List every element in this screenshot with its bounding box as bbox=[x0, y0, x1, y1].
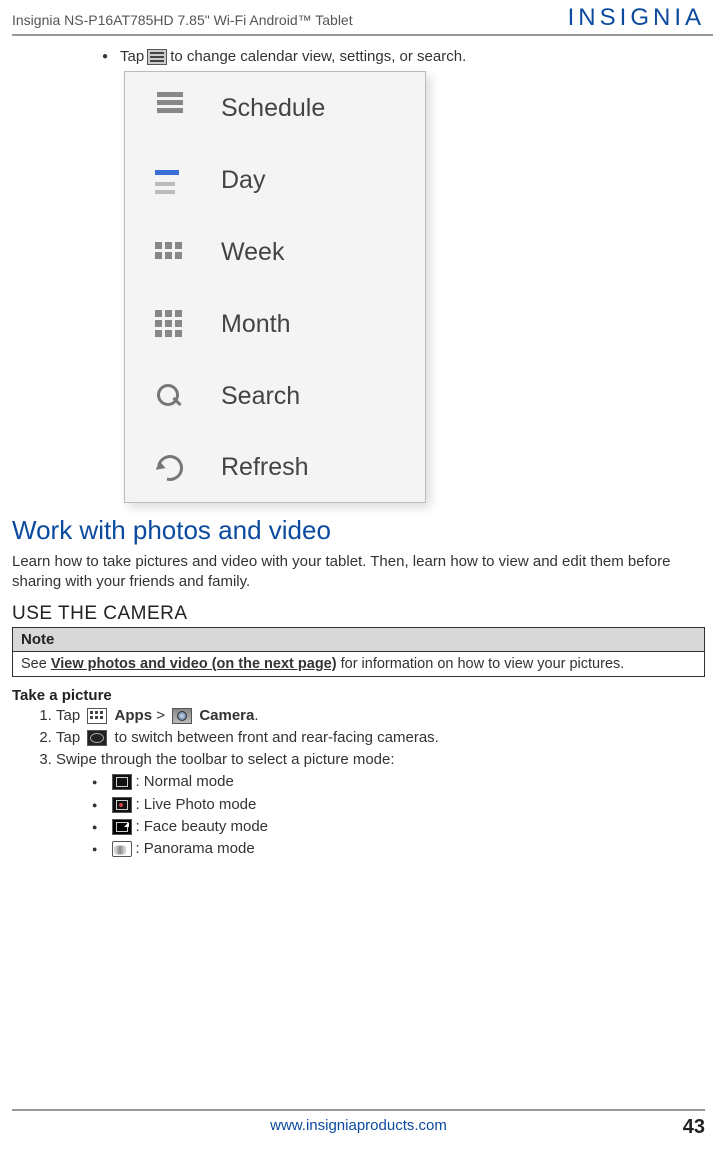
footer-url[interactable]: www.insigniaproducts.com bbox=[270, 1117, 447, 1134]
mode-face: ● : Face beauty mode bbox=[92, 817, 705, 837]
menu-item-label: Month bbox=[221, 310, 290, 339]
menu-item-week: Week bbox=[125, 216, 425, 288]
note-see: See bbox=[21, 656, 51, 672]
menu-item-label: Week bbox=[221, 238, 284, 267]
step-1: Tap Apps > Camera. bbox=[56, 706, 705, 726]
mode-label: : Panorama mode bbox=[135, 839, 254, 859]
menu-item-label: Schedule bbox=[221, 94, 325, 123]
menu-item-month: Month bbox=[125, 288, 425, 360]
step1-prefix: Tap bbox=[56, 707, 84, 724]
mode-normal: ● : Normal mode bbox=[92, 772, 705, 792]
note-header: Note bbox=[13, 627, 705, 651]
step-2: Tap to switch between front and rear-fac… bbox=[56, 728, 705, 748]
face-beauty-mode-icon bbox=[112, 819, 132, 835]
section-heading: Work with photos and video bbox=[12, 515, 705, 546]
tap-menu-bullet-row: ● Tap to change calendar view, settings,… bbox=[12, 48, 705, 65]
schedule-icon bbox=[153, 92, 185, 124]
menu-item-label: Search bbox=[221, 382, 300, 411]
step3-text: Swipe through the toolbar to select a pi… bbox=[56, 751, 395, 768]
header-rule bbox=[12, 34, 713, 36]
live-photo-mode-icon bbox=[112, 797, 132, 813]
refresh-icon bbox=[153, 451, 185, 483]
step-3: Swipe through the toolbar to select a pi… bbox=[56, 750, 705, 859]
menu-item-schedule: Schedule bbox=[125, 72, 425, 144]
mode-label: : Live Photo mode bbox=[135, 795, 256, 815]
menu-icon bbox=[147, 49, 167, 65]
modes-list: ● : Normal mode ● : Live Photo mode ● : … bbox=[92, 772, 705, 859]
note-table: Note See View photos and video (on the n… bbox=[12, 627, 705, 677]
page-number: 43 bbox=[683, 1116, 705, 1139]
mode-pano: ● : Panorama mode bbox=[92, 839, 705, 859]
menu-item-label: Day bbox=[221, 166, 265, 195]
bullet-icon: ● bbox=[92, 821, 97, 833]
menu-item-label: Refresh bbox=[221, 453, 309, 482]
camera-switch-icon bbox=[87, 730, 107, 746]
panorama-mode-icon bbox=[112, 841, 132, 857]
day-icon bbox=[153, 164, 185, 196]
step1-apps-label: Apps bbox=[115, 707, 153, 724]
step2-prefix: Tap bbox=[56, 729, 84, 746]
note-tail: for information on how to view your pict… bbox=[337, 656, 625, 672]
week-icon bbox=[153, 236, 185, 268]
take-picture-title: Take a picture bbox=[12, 687, 705, 704]
page-footer: www.insigniaproducts.com bbox=[0, 1109, 717, 1135]
normal-mode-icon bbox=[112, 774, 132, 790]
month-icon bbox=[153, 308, 185, 340]
note-body: See View photos and video (on the next p… bbox=[13, 651, 705, 676]
bullet-icon: ● bbox=[102, 51, 108, 62]
note-link[interactable]: View photos and video (on the next page) bbox=[51, 656, 337, 672]
mode-label: : Face beauty mode bbox=[135, 817, 268, 837]
steps-list: Tap Apps > Camera. Tap to switch between… bbox=[38, 706, 705, 860]
menu-item-refresh: Refresh bbox=[125, 432, 425, 502]
tap-menu-suffix: to change calendar view, settings, or se… bbox=[170, 48, 466, 65]
search-icon bbox=[153, 380, 185, 412]
use-camera-heading: USE THE CAMERA bbox=[12, 603, 705, 625]
step1-gt: > bbox=[152, 707, 169, 724]
calendar-menu-screenshot: Schedule Day Week Month Search Refresh bbox=[124, 71, 426, 503]
menu-item-search: Search bbox=[125, 360, 425, 432]
step1-dot: . bbox=[254, 707, 258, 724]
section-intro: Learn how to take pictures and video wit… bbox=[12, 552, 705, 593]
mode-live: ● : Live Photo mode bbox=[92, 795, 705, 815]
apps-icon bbox=[87, 708, 107, 724]
bullet-icon: ● bbox=[92, 799, 97, 811]
step2-suffix: to switch between front and rear-facing … bbox=[110, 729, 439, 746]
menu-item-day: Day bbox=[125, 144, 425, 216]
camera-app-icon bbox=[172, 708, 192, 724]
step1-camera-label: Camera bbox=[199, 707, 254, 724]
bullet-icon: ● bbox=[92, 843, 97, 855]
mode-label: : Normal mode bbox=[135, 772, 233, 792]
brand-logo: INSIGNIA bbox=[568, 4, 705, 32]
tap-menu-prefix: Tap bbox=[120, 48, 144, 65]
header-product-line: Insignia NS-P16AT785HD 7.85" Wi-Fi Andro… bbox=[12, 12, 353, 28]
footer-rule bbox=[12, 1109, 705, 1111]
bullet-icon: ● bbox=[92, 776, 97, 788]
